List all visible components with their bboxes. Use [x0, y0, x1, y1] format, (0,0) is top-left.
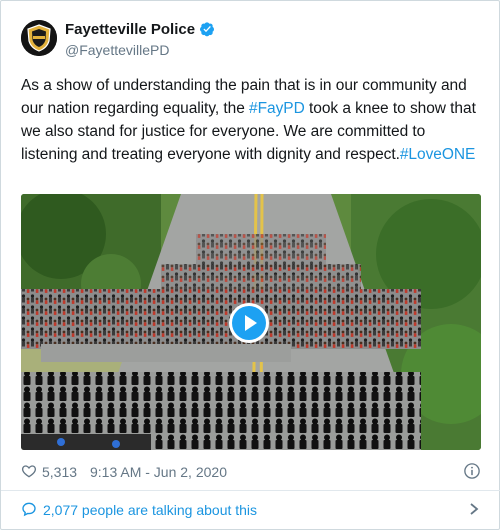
divider [1, 490, 500, 491]
conversation-link[interactable]: 2,077 people are talking about this [21, 499, 481, 521]
hashtag-faypd-link[interactable]: #FayPD [249, 100, 305, 117]
timestamp-link[interactable]: 9:13 AM - Jun 2, 2020 [90, 463, 227, 481]
police-badge-icon [21, 20, 57, 56]
handle[interactable]: @FayettevillePD [65, 41, 215, 59]
play-button[interactable] [229, 303, 269, 343]
tweet-card: Fayetteville Police @FayettevillePD As a… [0, 0, 500, 530]
tweet-header: Fayetteville Police @FayettevillePD [21, 20, 481, 60]
like-count[interactable]: 5,313 [42, 463, 77, 481]
tweet-meta: 5,313 9:13 AM - Jun 2, 2020 [21, 462, 481, 482]
verified-badge-icon [200, 22, 215, 37]
display-name[interactable]: Fayetteville Police [65, 21, 195, 38]
chat-bubble-icon [22, 502, 36, 517]
heart-icon[interactable] [21, 463, 37, 479]
conversation-label[interactable]: 2,077 people are talking about this [43, 501, 257, 519]
info-icon[interactable] [463, 462, 481, 480]
play-icon [232, 306, 266, 340]
tweet-text: As a show of understanding the pain that… [21, 74, 481, 166]
hashtag-loveone-link[interactable]: #LoveONE [400, 146, 475, 163]
chevron-right-icon [470, 503, 479, 515]
avatar[interactable] [21, 20, 57, 56]
